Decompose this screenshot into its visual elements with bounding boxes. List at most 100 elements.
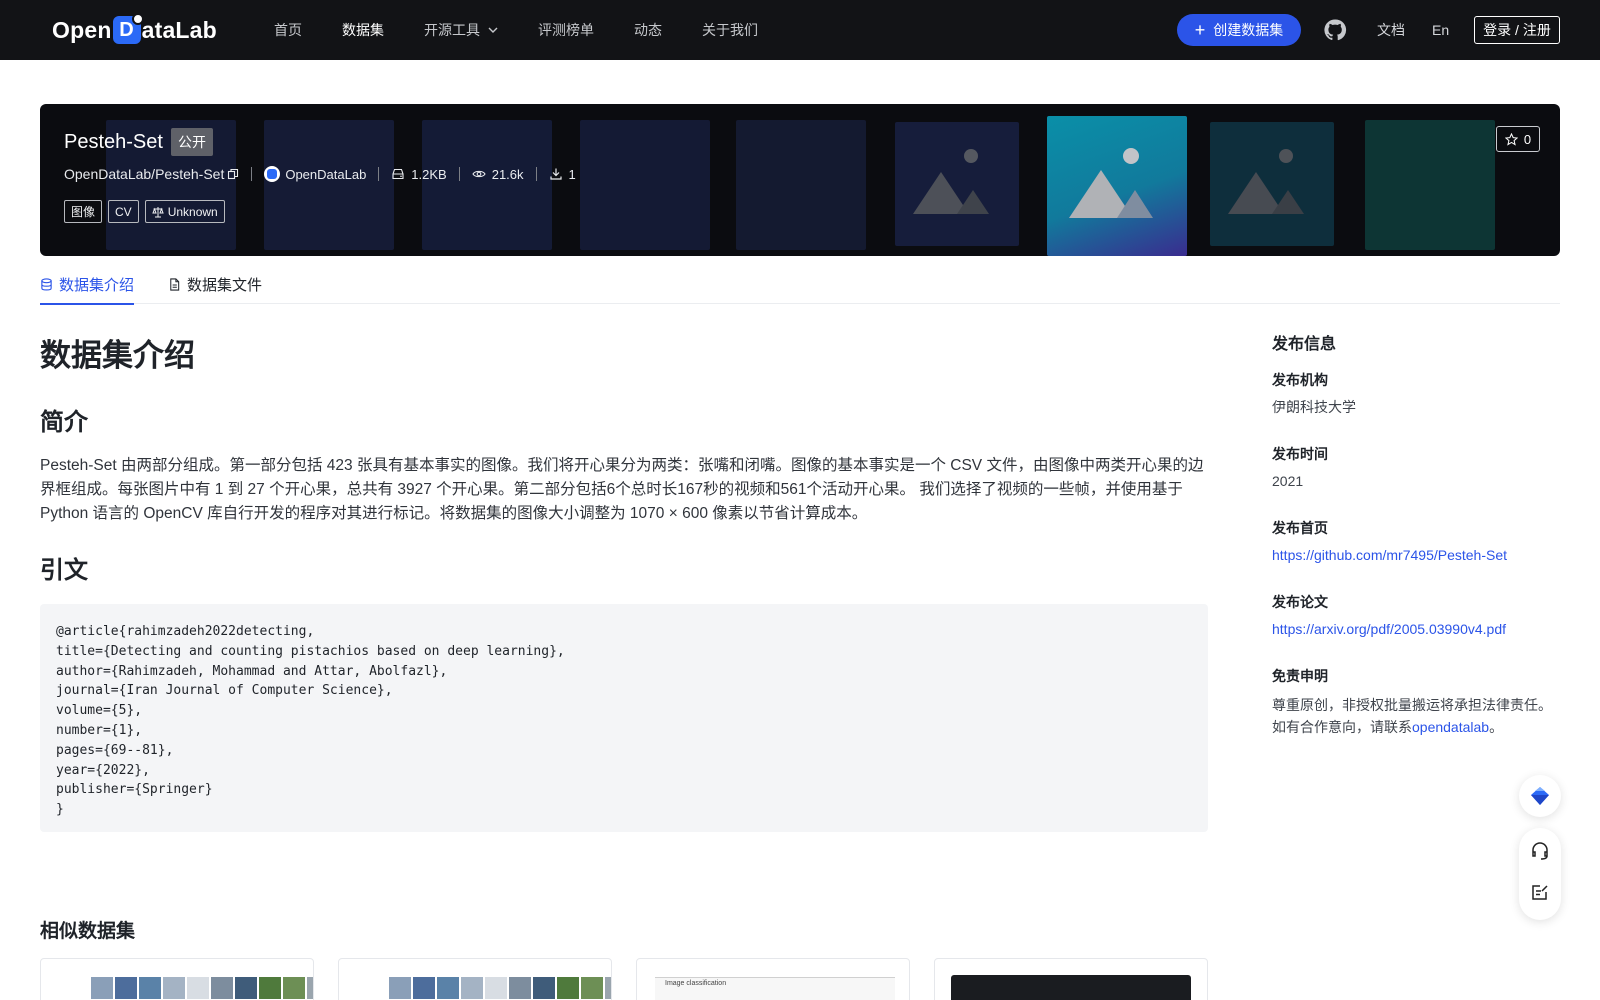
diamond-logo-icon (1531, 787, 1549, 805)
login-register-button[interactable]: 登录 / 注册 (1474, 16, 1560, 44)
dataset-tabs: 数据集介绍 数据集文件 (40, 264, 1560, 305)
disclaimer-contact-link[interactable]: opendatalab (1412, 719, 1489, 735)
intro-heading: 简介 (40, 409, 88, 436)
tab-dataset-intro-label: 数据集介绍 (59, 276, 135, 294)
publish-info-title: 发布信息 (1272, 336, 1337, 353)
top-navbar: Open D ataLab 首页 数据集 开源工具 评测榜单 动态 关于我们 +… (0, 0, 1600, 60)
tag-cv[interactable]: CV (108, 200, 139, 223)
disclaimer-contact-text: 如有合作意向，请联系 (1272, 719, 1412, 735)
star-count: 0 (1523, 131, 1532, 147)
dataset-org[interactable]: OpenDataLab (264, 166, 366, 182)
dataset-path: OpenDataLab/Pesteh-Set (64, 166, 225, 182)
star-icon (1504, 132, 1518, 146)
float-tool-group (1519, 828, 1561, 920)
create-dataset-button[interactable]: + 创建数据集 (1177, 14, 1301, 46)
tag-license-label: Unknown (167, 204, 218, 219)
create-dataset-label: 创建数据集 (1213, 22, 1284, 38)
banner-meta: OpenDataLab/Pesteh-Set OpenDataLab 1.2KB… (64, 166, 576, 182)
publish-info-panel: 发布信息 发布机构 伊朗科技大学 发布时间 2021 发布首页 https://… (1272, 330, 1562, 735)
disclaimer-period: 。 (1489, 719, 1504, 735)
card-preview-strip (55, 977, 313, 1000)
nav-links: 首页 数据集 开源工具 评测榜单 动态 关于我们 (274, 0, 798, 60)
banner-thumbnail (264, 120, 394, 250)
similar-dataset-card[interactable] (40, 958, 314, 1000)
scale-icon (151, 206, 164, 217)
opendatalab-logo[interactable]: Open D ataLab (52, 13, 217, 46)
image-placeholder-icon (1228, 149, 1304, 214)
tab-dataset-files[interactable]: 数据集文件 (168, 264, 262, 304)
nav-open-tools-label: 开源工具 (424, 22, 480, 38)
meta-divider (535, 167, 537, 181)
banner-thumbnail (1210, 122, 1334, 246)
publish-time-label: 发布时间 (1272, 446, 1328, 462)
card-preview-strip (353, 977, 611, 1000)
logo-text-open: Open (52, 16, 112, 43)
nav-language[interactable]: En (1432, 0, 1449, 60)
meta-divider (458, 167, 460, 181)
nav-about[interactable]: 关于我们 (702, 20, 758, 40)
banner-tags: 图像 CV Unknown (64, 200, 231, 223)
paper-link[interactable]: https://arxiv.org/pdf/2005.03990v4.pdf (1272, 618, 1506, 640)
dataset-downloads-value: 1 (568, 166, 576, 182)
banner-thumbnail (736, 120, 866, 250)
tag-license[interactable]: Unknown (144, 200, 225, 223)
org-avatar-icon (264, 166, 281, 182)
similar-dataset-card[interactable] (934, 958, 1208, 1000)
disclaimer-label: 免责申明 (1272, 668, 1328, 684)
paper-label: 发布论文 (1272, 594, 1328, 610)
similar-datasets-heading: 相似数据集 (40, 921, 136, 942)
card-preview-caption: Image classification (665, 980, 727, 987)
image-placeholder-icon (1069, 148, 1153, 218)
similar-dataset-card[interactable]: Image classification (636, 958, 910, 1000)
eye-icon (472, 170, 486, 178)
page-title: 数据集介绍 (40, 338, 195, 373)
tag-image[interactable]: 图像 (64, 200, 103, 223)
logo-mark: D (112, 13, 144, 44)
download-icon (549, 168, 562, 180)
disclaimer-line: 如有合作意向，请联系opendatalab。 (1272, 716, 1552, 738)
tab-dataset-intro[interactable]: 数据集介绍 (40, 264, 135, 305)
citation-heading: 引文 (40, 557, 88, 584)
homepage-label: 发布首页 (1272, 520, 1328, 536)
dataset-title: Pesteh-Set (64, 130, 163, 153)
headset-icon[interactable] (1530, 841, 1550, 861)
nav-datasets[interactable]: 数据集 (342, 20, 384, 40)
feedback-edit-icon[interactable] (1530, 882, 1550, 902)
dataset-downloads: 1 (549, 167, 576, 182)
banner-title-row: Pesteh-Set 公开 (64, 128, 213, 156)
disclaimer-text: 尊重原创，非授权批量搬运将承担法律责任。 如有合作意向，请联系opendatal… (1272, 694, 1552, 738)
nav-home[interactable]: 首页 (274, 20, 302, 40)
image-placeholder-icon (913, 149, 989, 214)
database-icon (41, 277, 52, 291)
dataset-views: 21.6k (472, 167, 524, 182)
disclaimer-line: 尊重原创，非授权批量搬运将承担法律责任。 (1272, 697, 1552, 713)
dataset-views-value: 21.6k (491, 166, 524, 182)
star-button[interactable]: 0 (1496, 126, 1540, 152)
publish-time-value: 2021 (1272, 473, 1304, 489)
nav-leaderboard[interactable]: 评测榜单 (538, 20, 594, 40)
banner-thumbnail (895, 122, 1019, 246)
citation-code-block[interactable]: @article{rahimzadeh2022detecting, title=… (40, 604, 1208, 832)
homepage-link[interactable]: https://github.com/mr7495/Pesteh-Set (1272, 544, 1507, 566)
storage-icon (392, 168, 404, 180)
dataset-size: 1.2KB (391, 166, 447, 182)
tab-dataset-files-label: 数据集文件 (187, 276, 263, 294)
card-preview-diagram: Image classification (655, 977, 895, 1000)
nav-docs[interactable]: 文档 (1377, 0, 1405, 60)
banner-thumbnail (1365, 120, 1495, 250)
assistant-float-button[interactable] (1519, 775, 1561, 817)
nav-open-tools[interactable]: 开源工具 (424, 20, 498, 40)
logo-text-datalab: ataLab (141, 16, 217, 43)
banner-thumbnail (580, 120, 710, 250)
nav-news[interactable]: 动态 (634, 20, 662, 40)
dataset-org-name: OpenDataLab (285, 166, 367, 182)
dataset-banner: Pesteh-Set 公开 OpenDataLab/Pesteh-Set Ope… (40, 104, 1560, 256)
dataset-size-value: 1.2KB (411, 166, 447, 182)
banner-thumbnail-highlight (1047, 116, 1187, 256)
meta-divider (378, 167, 380, 181)
copy-icon[interactable] (227, 168, 239, 180)
visibility-badge: 公开 (170, 128, 213, 156)
similar-dataset-card[interactable] (338, 958, 612, 1000)
github-icon[interactable] (1323, 18, 1347, 42)
citation-text: @article{rahimzadeh2022detecting, title=… (56, 624, 565, 818)
